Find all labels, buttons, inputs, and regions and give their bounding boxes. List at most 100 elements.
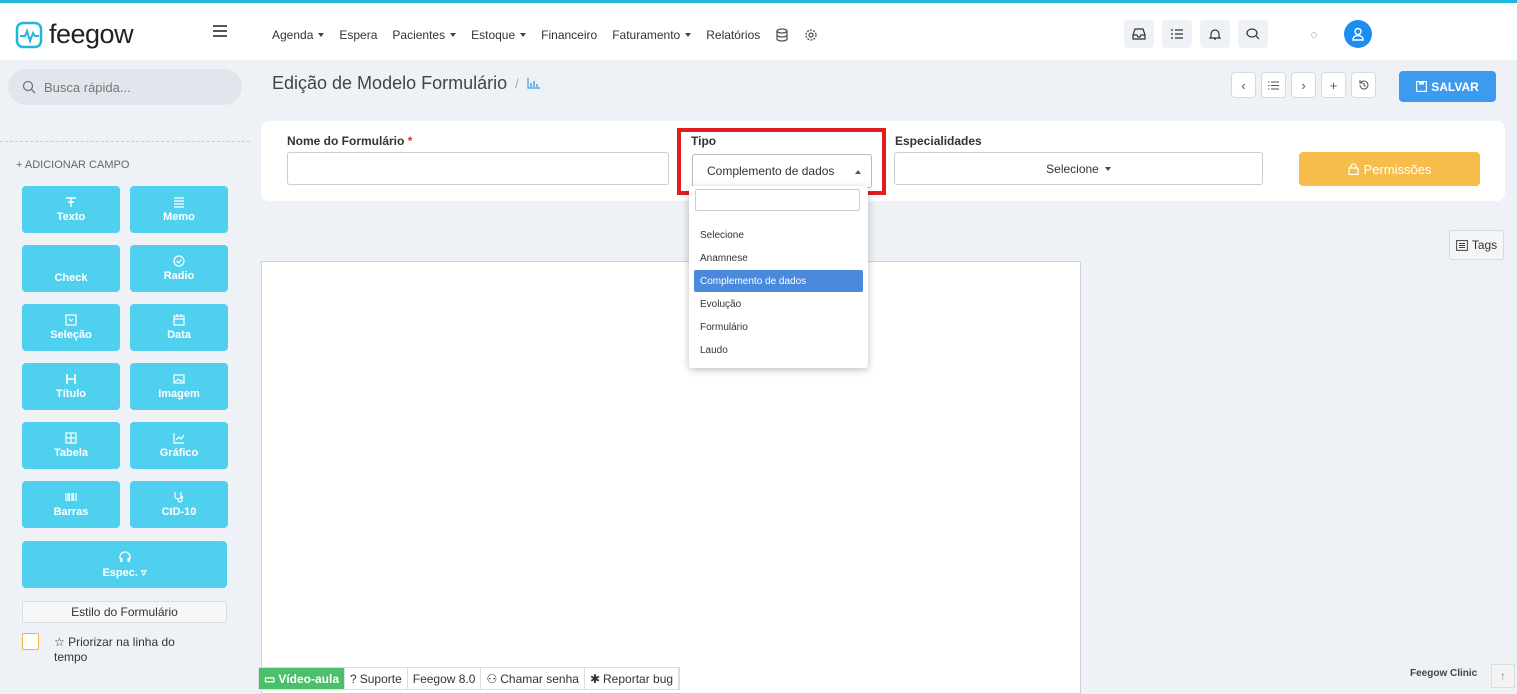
bottom-label: Vídeo-aula <box>278 671 340 686</box>
support-button[interactable]: ? Suporte <box>345 668 408 689</box>
field-label: Memo <box>163 211 195 223</box>
heading-icon <box>66 374 76 384</box>
help-icon: ? <box>350 671 357 686</box>
save-button[interactable]: SALVAR <box>1399 71 1496 102</box>
history-button[interactable] <box>1351 72 1376 98</box>
logo[interactable]: feegow <box>15 19 134 50</box>
specialties-select[interactable]: Selecione <box>894 152 1263 185</box>
field-memo-button[interactable]: Memo <box>130 186 228 233</box>
required-marker: * <box>407 134 413 148</box>
bell-icon <box>1209 28 1221 40</box>
search-placeholder: Busca rápida... <box>44 79 131 95</box>
nav-label: Faturamento <box>612 28 681 42</box>
dropdown-option[interactable]: Laudo <box>694 339 863 361</box>
chevron-left-icon: ‹ <box>1241 77 1246 93</box>
chevron-right-icon: › <box>1301 77 1306 93</box>
call-password-button[interactable]: ⚇ Chamar senha <box>481 668 585 689</box>
database-icon[interactable] <box>775 28 789 42</box>
field-tabela-button[interactable]: Tabela <box>22 422 120 469</box>
quick-search-input[interactable]: Busca rápida... <box>8 69 242 105</box>
footer-brand: Feegow Clinic <box>1410 668 1478 679</box>
field-selecao-button[interactable]: Seleção <box>22 304 120 351</box>
field-label: Data <box>167 329 191 341</box>
field-radio-button[interactable]: Radio <box>130 245 228 292</box>
nav-espera[interactable]: Espera <box>339 28 377 42</box>
tasks-button[interactable] <box>1162 20 1192 48</box>
next-button[interactable]: › <box>1291 72 1316 98</box>
field-label: Radio <box>163 270 195 282</box>
dropdown-option[interactable]: Selecione <box>694 224 863 246</box>
dropdown-option[interactable]: Evolução <box>694 293 863 315</box>
sidebar: Busca rápida... + ADICIONAR CAMPO Texto … <box>0 60 261 694</box>
field-barras-button[interactable]: Barras <box>22 481 120 528</box>
chart-bar-icon[interactable] <box>527 78 540 89</box>
scroll-top-button[interactable]: ↑ <box>1491 664 1515 688</box>
page-title: Edição de Modelo Formulário / <box>272 73 540 94</box>
field-texto-button[interactable]: Texto <box>22 186 120 233</box>
notifications-button[interactable] <box>1200 20 1230 48</box>
field-espec-button[interactable]: Espec. ▿ <box>22 541 227 588</box>
dropdown-option[interactable]: Formulário <box>694 316 863 338</box>
nav-faturamento[interactable]: Faturamento <box>612 28 692 42</box>
prioritize-checkbox[interactable] <box>22 633 39 650</box>
field-label: Título <box>56 388 86 400</box>
form-canvas[interactable] <box>261 261 1081 694</box>
field-label: Imagem <box>158 388 200 400</box>
select-icon <box>65 314 77 326</box>
permissions-button[interactable]: Permissões <box>1299 152 1480 186</box>
form-style-button[interactable]: Estilo do Formulário <box>22 601 227 623</box>
nav-pacientes[interactable]: Pacientes <box>392 28 457 42</box>
nav-financeiro[interactable]: Financeiro <box>541 28 597 42</box>
dropdown-option[interactable]: Anamnese <box>694 247 863 269</box>
video-icon: ▭ <box>264 671 276 686</box>
heartbeat-logo-icon <box>15 21 43 48</box>
filter-icon: ▿ <box>141 566 147 579</box>
inbox-button[interactable] <box>1124 20 1154 48</box>
header-actions <box>1124 20 1268 48</box>
field-label: Barras <box>53 506 89 518</box>
nav-label: Pacientes <box>392 28 446 42</box>
type-dropdown-menu: Selecione Anamnese Complemento de dados … <box>689 186 868 368</box>
avatar[interactable] <box>1344 20 1372 48</box>
floppy-disk-icon <box>1416 81 1428 92</box>
field-cid10-button[interactable]: CID-10 <box>130 481 228 528</box>
nav-agenda[interactable]: Agenda <box>272 28 325 42</box>
dropdown-option-selected[interactable]: Complemento de dados <box>694 270 863 292</box>
list-button[interactable] <box>1261 72 1286 98</box>
highlight-annotation <box>677 128 886 195</box>
form-name-input[interactable] <box>287 152 669 185</box>
dropdown-search-input[interactable] <box>695 189 860 211</box>
tags-button[interactable]: Tags <box>1449 230 1504 260</box>
add-field-heading: + ADICIONAR CAMPO <box>16 159 130 171</box>
field-data-button[interactable]: Data <box>130 304 228 351</box>
lock-icon <box>1347 163 1359 175</box>
arrow-up-icon: ↑ <box>1500 669 1506 683</box>
previous-button[interactable]: ‹ <box>1231 72 1256 98</box>
logo-text: feegow <box>49 19 134 49</box>
top-navbar: feegow Agenda Espera Pacientes Estoque F… <box>0 3 1517 60</box>
field-imagem-button[interactable]: Imagem <box>130 363 228 410</box>
stethoscope-icon <box>174 492 184 503</box>
calendar-icon <box>173 314 185 326</box>
record-navigation: ‹ › + <box>1231 72 1376 98</box>
bug-icon: ✱ <box>589 671 601 686</box>
field-check-button[interactable]: Check <box>22 245 120 292</box>
user-icon <box>1352 27 1364 41</box>
field-titulo-button[interactable]: Título <box>22 363 120 410</box>
add-button[interactable]: + <box>1321 72 1346 98</box>
chat-button[interactable] <box>1238 20 1268 48</box>
nav-label: Espera <box>339 28 378 42</box>
plus-icon: + <box>1329 77 1338 93</box>
version-label[interactable]: Feegow 8.0 <box>408 668 482 689</box>
menu-toggle-icon[interactable] <box>213 25 227 37</box>
main-content: Edição de Modelo Formulário / ‹ › + SALV… <box>261 60 1517 694</box>
tags-label: Tags <box>1471 238 1498 252</box>
nav-estoque[interactable]: Estoque <box>471 28 527 42</box>
report-bug-button[interactable]: ✱ Reportar bug <box>585 668 680 689</box>
tags-list-icon <box>1455 239 1468 251</box>
field-grafico-button[interactable]: Gráfico <box>130 422 228 469</box>
barcode-icon <box>65 493 77 501</box>
nav-relatorios[interactable]: Relatórios <box>706 28 760 42</box>
video-lesson-button[interactable]: ▭ Vídeo-aula <box>259 668 346 689</box>
gear-icon[interactable] <box>804 28 818 42</box>
